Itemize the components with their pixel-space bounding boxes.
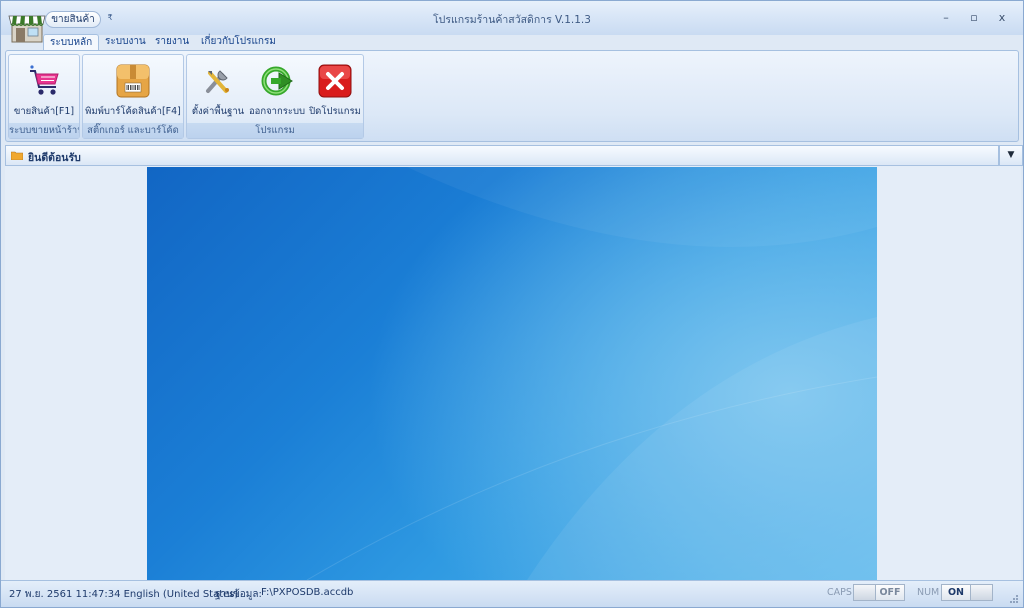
ribbon-panel: ขายสินค้า[F1] ระบบขายหน้าร้าน พิมพ์บาร์โ…	[5, 50, 1019, 142]
num-toggle[interactable]: ON	[941, 584, 993, 601]
wallpaper-swoosh	[306, 167, 877, 580]
ribbon-group-barcode: พิมพ์บาร์โค้ดสินค้า[F4] สติ๊กเกอร์ และบา…	[82, 54, 184, 139]
content-header: ยินดีต้อนรับ	[5, 145, 999, 166]
main-content-area	[5, 166, 1021, 580]
caps-toggle-knob	[854, 585, 876, 600]
basic-settings-label: ตั้งค่าพื้นฐาน	[191, 106, 245, 117]
caps-toggle[interactable]: OFF	[853, 584, 905, 601]
tab-reports[interactable]: รายงาน	[149, 34, 195, 50]
barcode-box-icon	[116, 64, 150, 98]
logout-icon	[261, 66, 293, 96]
status-db-path: F:\PXPOSDB.accdb	[261, 587, 354, 598]
num-state: ON	[947, 587, 965, 598]
shopping-cart-icon	[30, 65, 59, 95]
folder-icon	[11, 151, 23, 160]
print-barcode-label: พิมพ์บาร์โค้ดสินค้า[F4]	[85, 106, 181, 117]
application-window: ขายสินค้า ₹ โปรแกรมร้านค้าสวัสดิการ V.1.…	[0, 0, 1024, 608]
shop-logo-icon[interactable]	[7, 8, 47, 46]
maximize-button[interactable]: ▫	[963, 10, 985, 26]
tab-about[interactable]: เกี่ยวกับโปรแกรม	[195, 34, 282, 50]
page-title: ยินดีต้อนรับ	[28, 152, 81, 164]
status-datetime: 27 พ.ย. 2561 11:47:34 English (United St…	[9, 589, 239, 600]
welcome-wallpaper	[147, 167, 877, 580]
caps-state: OFF	[879, 587, 901, 598]
close-button[interactable]: x	[991, 10, 1013, 26]
close-program-label: ปิดโปรแกรม	[309, 106, 361, 117]
logout-label: ออกจากระบบ	[248, 106, 306, 117]
tools-icon	[206, 70, 229, 93]
ribbon-group-label: สติ๊กเกอร์ และบาร์โค้ด	[83, 123, 183, 138]
close-program-icon	[318, 64, 352, 98]
ribbon-group-label: ระบบขายหน้าร้าน	[9, 123, 79, 138]
ribbon-group-label: โปรแกรม	[187, 123, 363, 138]
tab-main-system[interactable]: ระบบหลัก	[43, 34, 100, 50]
sell-product-button[interactable]: ขายสินค้า[F1]	[11, 59, 77, 121]
status-bar: 27 พ.ย. 2561 11:47:34 English (United St…	[1, 580, 1023, 607]
status-db-label: ฐานข้อมูล:	[215, 589, 262, 600]
basic-settings-button[interactable]: ตั้งค่าพื้นฐาน	[189, 59, 247, 121]
tab-work-system[interactable]: ระบบงาน	[99, 34, 152, 50]
num-toggle-knob	[970, 585, 992, 600]
minimize-button[interactable]: –	[935, 10, 957, 26]
ribbon-group-program: ตั้งค่าพื้นฐาน ออกจากระบบ ปิดโปรแกรม โปร…	[186, 54, 364, 139]
chevron-down-icon[interactable]: ▼	[999, 145, 1023, 166]
sell-product-label: ขายสินค้า[F1]	[13, 106, 75, 117]
window-title: โปรแกรมร้านค้าสวัสดิการ V.1.1.3	[433, 14, 591, 26]
title-bar: ขายสินค้า ₹ โปรแกรมร้านค้าสวัสดิการ V.1.…	[1, 1, 1023, 35]
logout-button[interactable]: ออกจากระบบ	[247, 59, 307, 121]
ribbon-group-pos: ขายสินค้า[F1] ระบบขายหน้าร้าน	[8, 54, 80, 139]
resize-grip-icon[interactable]	[1009, 594, 1019, 604]
print-barcode-button[interactable]: พิมพ์บาร์โค้ดสินค้า[F4]	[85, 59, 181, 121]
close-program-button[interactable]: ปิดโปรแกรม	[307, 59, 363, 121]
num-label: NUM	[917, 587, 940, 598]
caps-label: CAPS	[827, 587, 852, 598]
